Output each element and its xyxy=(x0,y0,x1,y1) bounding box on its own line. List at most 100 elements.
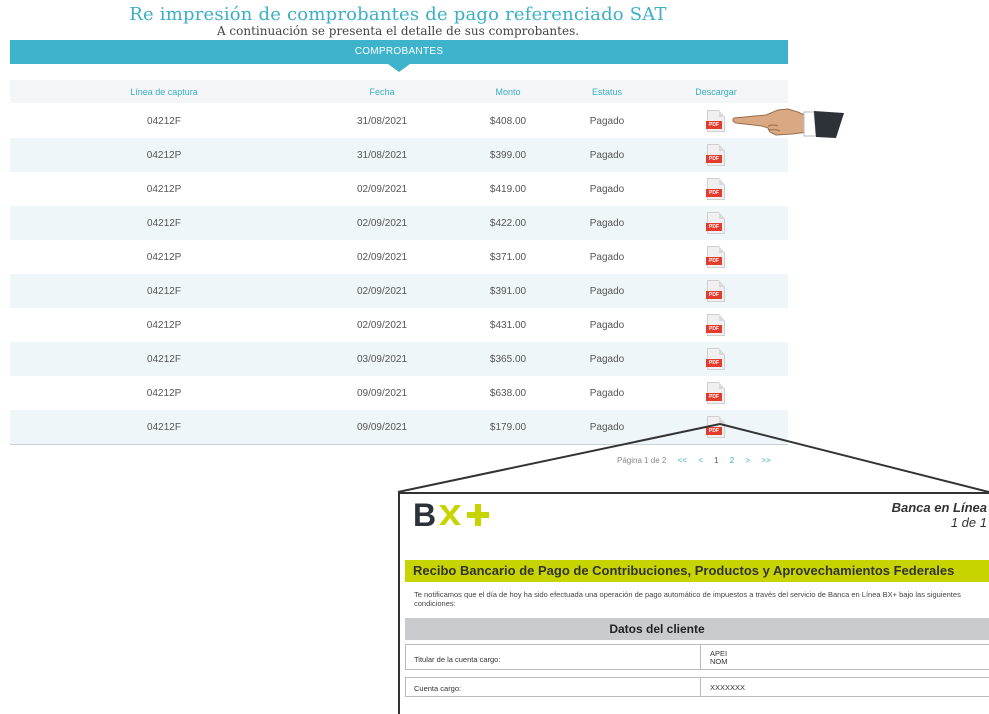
page-2-button[interactable]: 2 xyxy=(730,456,734,465)
banner-notch xyxy=(388,64,410,72)
cell-estatus: Pagado xyxy=(589,150,625,161)
cell-monto: $419.00 xyxy=(489,184,527,195)
cuenta-row: Cuenta cargo: XXXXXXX xyxy=(405,677,989,697)
cell-fecha: 02/09/2021 xyxy=(356,184,408,195)
table-row: 04212P 02/09/2021 $371.00 Pagado PDF xyxy=(10,240,788,274)
cell-linea: 04212P xyxy=(146,150,182,161)
table-row: 04212P 02/09/2021 $419.00 Pagado PDF xyxy=(10,172,788,206)
table-header: Línea de captura Fecha Monto Estatus Des… xyxy=(10,80,788,103)
table-row: 04212P 02/09/2021 $431.00 Pagado PDF xyxy=(10,308,788,342)
cell-estatus: Pagado xyxy=(589,388,625,399)
cell-estatus: Pagado xyxy=(589,354,625,365)
cell-linea: 04212F xyxy=(147,354,181,365)
pdf-label: PDF xyxy=(706,291,722,299)
receipt-preview: B Banca en Línea 1 de 1 Recibo Bancario … xyxy=(398,492,989,714)
cuenta-value: XXXXXXX xyxy=(710,683,746,692)
table-row: 04212F 02/09/2021 $391.00 Pagado PDF xyxy=(10,274,788,308)
receipt-page-indicator: 1 de 1 xyxy=(950,515,987,530)
cell-linea: 04212P xyxy=(146,184,182,195)
cell-monto: $391.00 xyxy=(489,286,527,297)
pdf-download-icon[interactable]: PDF xyxy=(706,178,725,200)
page-1-button[interactable]: 1 xyxy=(714,456,718,465)
pdf-download-icon[interactable]: PDF xyxy=(706,110,725,132)
pagination: Página 1 de 2 << < 1 2 > >> xyxy=(617,456,771,465)
datos-cliente-bar: Datos del cliente xyxy=(405,618,989,640)
pdf-label: PDF xyxy=(706,393,722,401)
cell-estatus: Pagado xyxy=(589,252,625,263)
next-page-button[interactable]: > xyxy=(745,456,750,465)
cell-monto: $408.00 xyxy=(489,116,527,127)
cell-linea: 04212F xyxy=(147,218,181,229)
column-header-monto: Monto xyxy=(495,87,521,97)
titular-value-line2: NOM xyxy=(710,657,728,666)
cell-linea: 04212F xyxy=(147,286,181,297)
cell-estatus: Pagado xyxy=(589,218,625,229)
cell-fecha: 31/08/2021 xyxy=(356,116,408,127)
cell-monto: $638.00 xyxy=(489,388,527,399)
pdf-label: PDF xyxy=(706,189,722,197)
cell-monto: $371.00 xyxy=(489,252,527,263)
pdf-download-icon[interactable]: PDF xyxy=(706,212,725,234)
table-row: 04212F 03/09/2021 $365.00 Pagado PDF xyxy=(10,342,788,376)
pdf-download-icon[interactable]: PDF xyxy=(706,416,725,438)
cell-linea: 04212F xyxy=(147,422,181,433)
table-row: 04212F 31/08/2021 $408.00 Pagado PDF xyxy=(10,104,788,138)
cell-fecha: 02/09/2021 xyxy=(356,320,408,331)
banca-en-linea-title: Banca en Línea xyxy=(891,500,987,515)
table-row: 04212P 31/08/2021 $399.00 Pagado PDF xyxy=(10,138,788,172)
pdf-download-icon[interactable]: PDF xyxy=(706,144,725,166)
cell-monto: $431.00 xyxy=(489,320,527,331)
pdf-label: PDF xyxy=(706,325,722,333)
first-page-button[interactable]: << xyxy=(678,456,687,465)
pdf-label: PDF xyxy=(706,223,722,231)
table-row: 04212F 02/09/2021 $422.00 Pagado PDF xyxy=(10,206,788,240)
prev-page-button[interactable]: < xyxy=(698,456,703,465)
column-header-descargar: Descargar xyxy=(695,87,737,97)
cell-estatus: Pagado xyxy=(589,320,625,331)
titular-row: Titular de la cuenta cargo: APEI NOM xyxy=(405,644,989,670)
pdf-download-icon[interactable]: PDF xyxy=(706,280,725,302)
cell-fecha: 02/09/2021 xyxy=(356,252,408,263)
pdf-label: PDF xyxy=(706,257,722,265)
pointing-hand-icon xyxy=(732,108,844,138)
receipt-notice: Te notificamos que el día de hoy ha sido… xyxy=(414,590,961,608)
cell-monto: $179.00 xyxy=(489,422,527,433)
cell-fecha: 03/09/2021 xyxy=(356,354,408,365)
cuenta-label: Cuenta cargo: xyxy=(414,684,462,693)
cell-monto: $365.00 xyxy=(489,354,527,365)
pdf-download-icon[interactable]: PDF xyxy=(706,382,725,404)
pdf-label: PDF xyxy=(706,121,722,129)
pdf-label: PDF xyxy=(706,427,722,435)
recibo-title-bar: Recibo Bancario de Pago de Contribucione… xyxy=(405,560,989,582)
pdf-download-icon[interactable]: PDF xyxy=(706,348,725,370)
svg-text:B: B xyxy=(413,499,436,531)
pdf-download-icon[interactable]: PDF xyxy=(706,246,725,268)
cell-estatus: Pagado xyxy=(589,422,625,433)
cell-linea: 04212P xyxy=(146,252,182,263)
titular-label: Titular de la cuenta cargo: xyxy=(414,655,501,664)
last-page-button[interactable]: >> xyxy=(761,456,770,465)
cell-linea: 04212F xyxy=(147,116,181,127)
pdf-label: PDF xyxy=(706,359,722,367)
pdf-download-icon[interactable]: PDF xyxy=(706,314,725,336)
column-header-estatus: Estatus xyxy=(591,87,623,97)
cell-fecha: 09/09/2021 xyxy=(356,422,408,433)
pagination-label: Página 1 de 2 xyxy=(617,456,667,465)
cell-estatus: Pagado xyxy=(589,286,625,297)
cell-fecha: 02/09/2021 xyxy=(356,218,408,229)
page-title: Re impresión de comprobantes de pago ref… xyxy=(129,4,667,25)
column-header-fecha: Fecha xyxy=(369,87,395,97)
cell-estatus: Pagado xyxy=(589,116,625,127)
bx-plus-logo: B xyxy=(413,499,489,531)
cell-linea: 04212P xyxy=(146,320,182,331)
cell-linea: 04212P xyxy=(146,388,182,399)
column-header-linea: Línea de captura xyxy=(130,87,198,97)
table-bottom-border xyxy=(10,444,788,445)
cell-estatus: Pagado xyxy=(589,184,625,195)
page-subtitle: A continuación se presenta el detalle de… xyxy=(216,24,580,38)
cell-fecha: 31/08/2021 xyxy=(356,150,408,161)
cell-fecha: 02/09/2021 xyxy=(356,286,408,297)
table-row: 04212P 09/09/2021 $638.00 Pagado PDF xyxy=(10,376,788,410)
table-row: 04212F 09/09/2021 $179.00 Pagado PDF xyxy=(10,410,788,444)
cell-fecha: 09/09/2021 xyxy=(356,388,408,399)
